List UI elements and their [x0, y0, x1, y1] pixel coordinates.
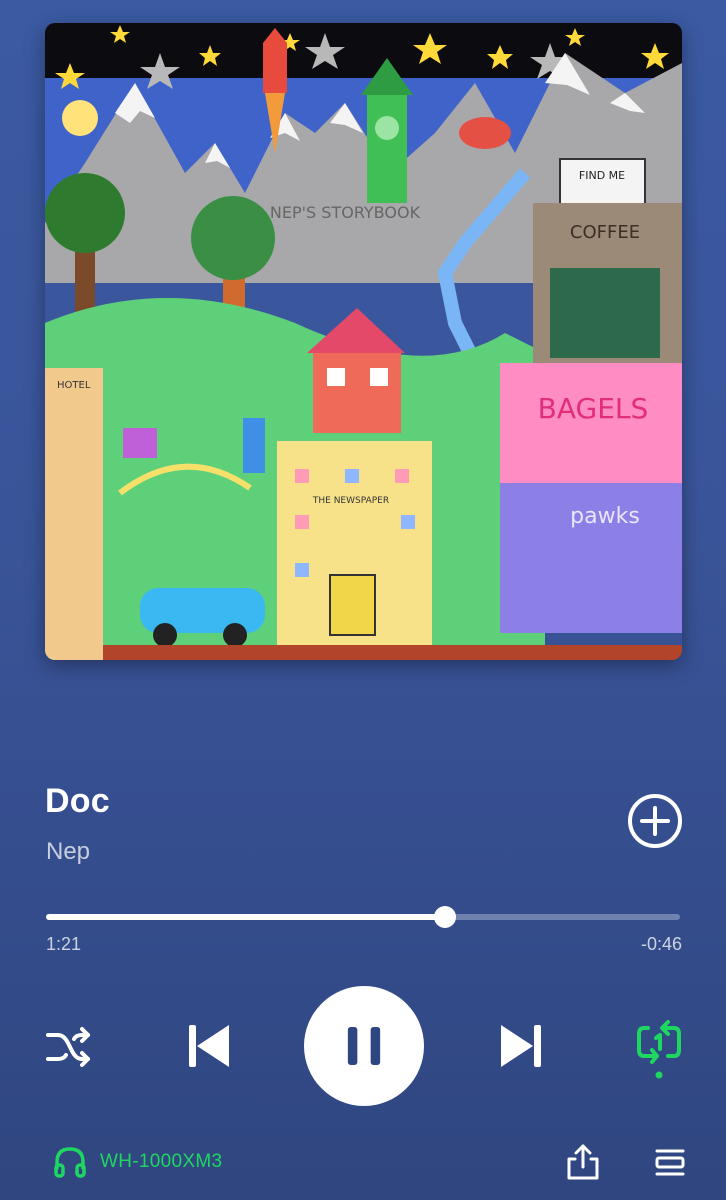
hotel-sign: HOTEL	[57, 380, 91, 391]
track-artist[interactable]: Nep	[46, 838, 90, 866]
album-artwork: FIND ME NEP'S STORYBOOK THE NEWSPAPER CO…	[45, 23, 682, 660]
share-button[interactable]	[565, 1143, 601, 1181]
coffee-sign: COFFEE	[570, 222, 640, 243]
bagels-sign: BAGELS	[538, 392, 649, 425]
repeat-button[interactable]	[634, 1018, 684, 1082]
paws-sign: pawks	[570, 504, 640, 529]
add-circle-icon	[628, 794, 682, 848]
newspaper-sign: THE NEWSPAPER	[312, 496, 389, 506]
shuffle-button[interactable]	[44, 1023, 92, 1071]
share-icon	[567, 1144, 599, 1180]
progress-bar[interactable]	[46, 906, 680, 928]
find-me-sign: FIND ME	[579, 169, 625, 182]
storybook-sign: NEP'S STORYBOOK	[270, 203, 421, 222]
headphones-icon	[54, 1147, 86, 1178]
remaining-time: -0:46	[640, 934, 682, 954]
elapsed-time: 1:21	[46, 934, 82, 954]
progress-knob[interactable]	[434, 906, 457, 928]
connected-device[interactable]: WH-1000XM3	[52, 1144, 222, 1180]
queue-button[interactable]	[652, 1145, 688, 1179]
pause-button[interactable]	[304, 986, 424, 1106]
album-artwork-drawing: FIND ME NEP'S STORYBOOK THE NEWSPAPER CO…	[45, 23, 682, 660]
skip-next-icon	[501, 1025, 541, 1067]
next-button[interactable]	[497, 1021, 545, 1071]
shuffle-icon	[46, 1027, 90, 1067]
track-title: Doc	[45, 782, 110, 820]
pause-icon	[347, 1027, 381, 1065]
previous-button[interactable]	[185, 1021, 233, 1071]
device-name: WH-1000XM3	[100, 1151, 223, 1172]
progress-fill	[46, 914, 446, 920]
skip-previous-icon	[189, 1025, 229, 1067]
repeat-one-icon	[637, 1020, 681, 1079]
queue-icon	[655, 1149, 685, 1176]
add-to-library-button[interactable]	[627, 793, 683, 849]
